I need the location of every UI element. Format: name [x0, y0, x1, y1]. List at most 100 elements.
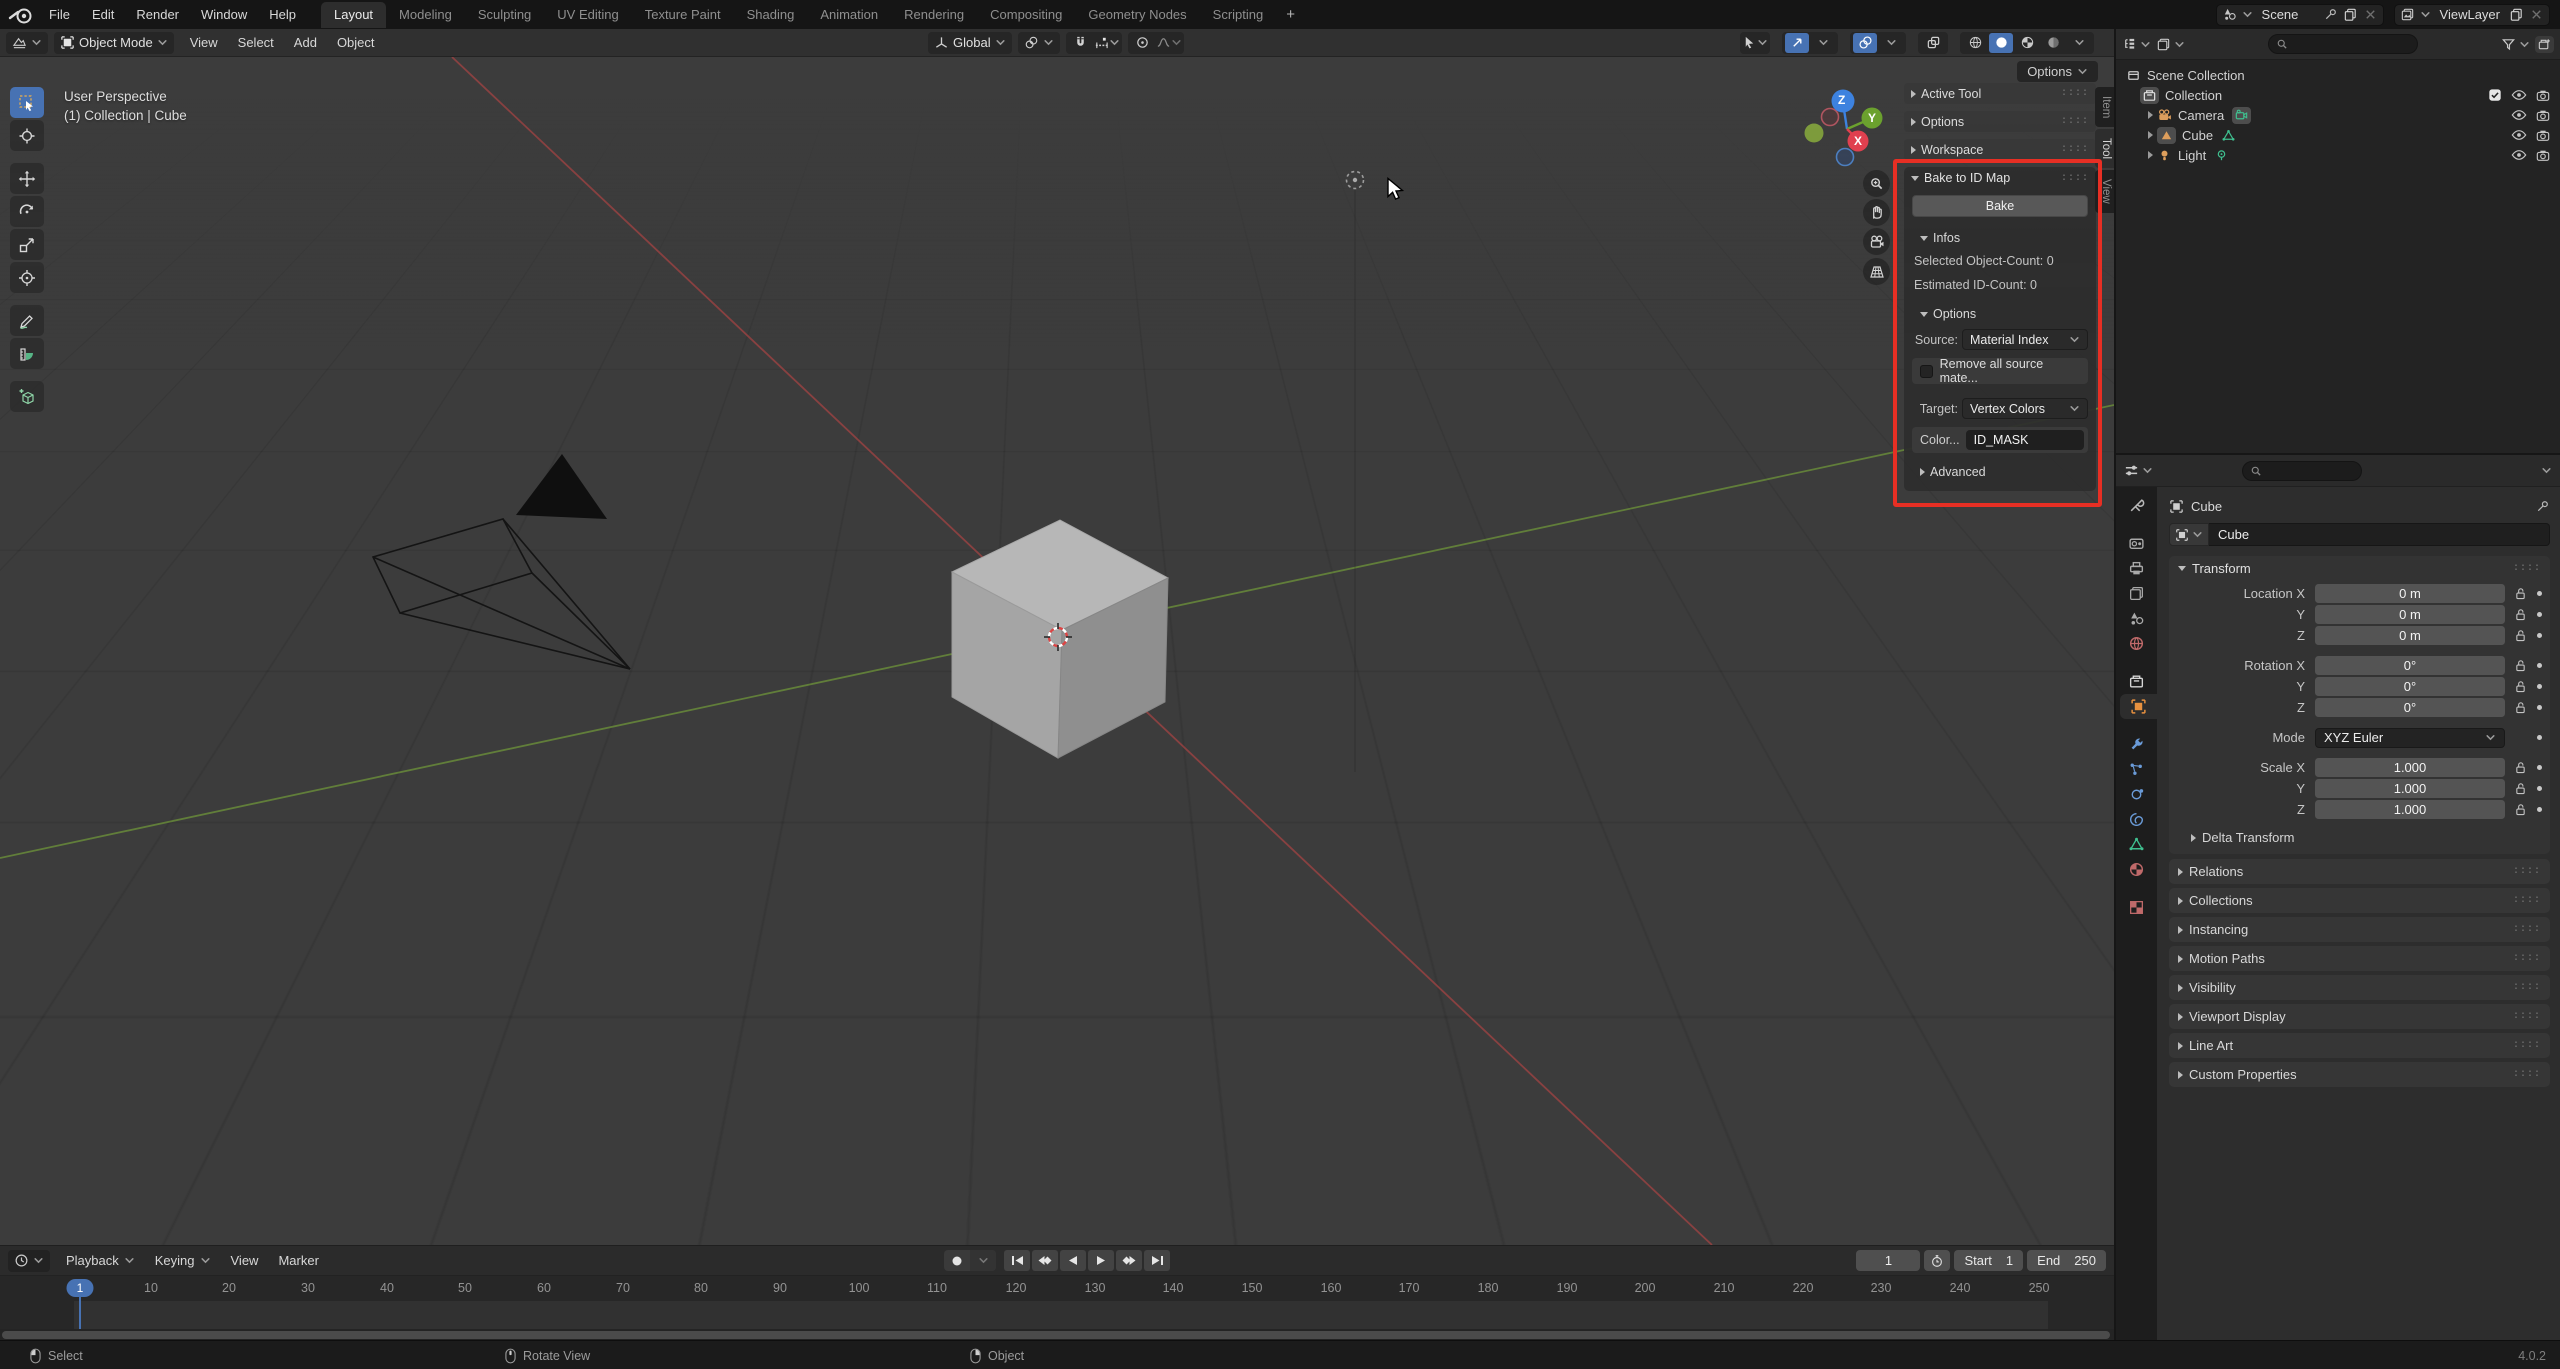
source-select[interactable]: Material Index	[1962, 329, 2088, 350]
drag-handle-icon[interactable]	[2061, 88, 2089, 99]
tab-particles[interactable]	[2116, 757, 2157, 782]
properties-search[interactable]	[2242, 460, 2363, 481]
zoom-button[interactable]	[1863, 170, 1890, 197]
light-object[interactable]	[1345, 170, 1365, 190]
properties-options-chevron[interactable]	[2541, 465, 2552, 476]
sidebar-tab-tool[interactable]: Tool	[2095, 129, 2114, 169]
scene-name[interactable]: Scene	[2258, 7, 2318, 22]
outliner-display-mode[interactable]	[2156, 37, 2185, 52]
object-name-input[interactable]: Cube	[2209, 523, 2550, 546]
drag-handle-icon[interactable]	[2513, 895, 2541, 906]
current-frame-indicator[interactable]: 1	[66, 1279, 94, 1297]
menu-select[interactable]: Select	[228, 31, 284, 54]
menu-playback[interactable]: Playback	[56, 1249, 145, 1272]
viewport-canvas[interactable]: Z Y X User Perspective (1) Collection | …	[0, 57, 2114, 1245]
drag-handle-icon[interactable]	[2513, 1011, 2541, 1022]
workspace-tab-uv-editing[interactable]: UV Editing	[544, 2, 631, 28]
disable-render-icon[interactable]	[2536, 109, 2550, 122]
rotation-y-field[interactable]: 0°	[2315, 677, 2505, 696]
cube-object[interactable]	[950, 519, 1170, 759]
pin-icon[interactable]	[2323, 7, 2338, 22]
current-frame-field[interactable]: 1	[1856, 1250, 1921, 1271]
workspace-tab-sculpting[interactable]: Sculpting	[465, 2, 544, 28]
selectability-dropdown[interactable]	[1743, 33, 1767, 53]
workspace-tab-shading[interactable]: Shading	[734, 2, 808, 28]
tab-view-layer[interactable]	[2116, 581, 2157, 606]
workspace-tab-compositing[interactable]: Compositing	[977, 2, 1075, 28]
animate-dot[interactable]	[2537, 705, 2542, 710]
outliner-filter[interactable]	[2501, 37, 2530, 52]
location-z-field[interactable]: 0 m	[2315, 626, 2505, 645]
panel-viewport-display[interactable]: Viewport Display	[2169, 1004, 2550, 1029]
camera-view-button[interactable]	[1863, 228, 1890, 255]
transform-orientation-selector[interactable]: Global	[928, 31, 1012, 54]
workspace-tab-rendering[interactable]: Rendering	[891, 2, 977, 28]
rotation-x-field[interactable]: 0°	[2315, 656, 2505, 675]
use-preview-range-toggle[interactable]	[1924, 1250, 1951, 1271]
new-viewlayer-icon[interactable]	[2509, 7, 2524, 22]
lock-icon[interactable]	[2512, 587, 2528, 600]
drag-handle-icon[interactable]	[2061, 144, 2089, 155]
start-frame-field[interactable]: Start 1	[1954, 1250, 2024, 1271]
jump-to-start-button[interactable]	[1004, 1250, 1030, 1271]
panel-relations[interactable]: Relations	[2169, 859, 2550, 884]
timeline-editor-selector[interactable]	[8, 1249, 50, 1272]
delta-transform-subpanel[interactable]: Delta Transform	[2169, 823, 2550, 854]
outliner-editor-selector[interactable]	[2122, 37, 2151, 52]
xray-toggle[interactable]	[1921, 33, 1945, 53]
lock-icon[interactable]	[2512, 761, 2528, 774]
rotation-z-field[interactable]: 0°	[2315, 698, 2505, 717]
animate-dot[interactable]	[2537, 591, 2542, 596]
shading-rendered-button[interactable]	[2041, 33, 2065, 53]
blender-logo-icon[interactable]	[8, 5, 34, 25]
shading-material-button[interactable]	[2015, 33, 2039, 53]
tool-move[interactable]	[10, 163, 44, 194]
drag-handle-icon[interactable]	[2061, 116, 2089, 127]
expand-arrow-icon[interactable]	[2148, 111, 2153, 119]
tool-annotate[interactable]	[10, 305, 44, 336]
panel-motion-paths[interactable]: Motion Paths	[2169, 946, 2550, 971]
snap-settings[interactable]	[1095, 33, 1119, 53]
timeline-track[interactable]	[0, 1301, 2114, 1329]
show-gizmo-toggle[interactable]	[1785, 32, 1809, 53]
tab-physics[interactable]	[2116, 782, 2157, 807]
workspace-tab-scripting[interactable]: Scripting	[1200, 2, 1277, 28]
menu-marker[interactable]: Marker	[268, 1249, 328, 1272]
tab-object[interactable]	[2120, 694, 2157, 719]
bake-button[interactable]: Bake	[1912, 195, 2088, 217]
panel-options[interactable]: Options	[1904, 111, 2096, 132]
location-y-field[interactable]: 0 m	[2315, 605, 2505, 624]
drag-handle-icon[interactable]	[2513, 982, 2541, 993]
scrollbar-thumb[interactable]	[2, 1331, 2110, 1339]
location-x-field[interactable]: 0 m	[2315, 584, 2505, 603]
auto-keying-settings[interactable]	[970, 1250, 996, 1271]
tab-constraints[interactable]	[2116, 807, 2157, 832]
tab-texture[interactable]	[2116, 895, 2157, 920]
color-attribute-input[interactable]: ID_MASK	[1965, 430, 2084, 450]
tab-modifiers[interactable]	[2116, 732, 2157, 757]
menu-help[interactable]: Help	[258, 3, 307, 26]
pan-button[interactable]	[1863, 199, 1890, 226]
tool-scale[interactable]	[10, 229, 44, 260]
animate-dot[interactable]	[2537, 807, 2542, 812]
sidebar-tab-item[interactable]: Item	[2095, 87, 2114, 128]
gizmo-settings[interactable]	[1811, 33, 1835, 53]
outliner-row-cube[interactable]: Cube	[2116, 125, 2560, 145]
next-keyframe-button[interactable]	[1116, 1250, 1142, 1271]
options-subpanel-header[interactable]: Options	[1904, 303, 2096, 325]
proportional-editing-toggle[interactable]	[1131, 33, 1155, 53]
prev-keyframe-button[interactable]	[1032, 1250, 1058, 1271]
mode-selector[interactable]: Object Mode	[54, 31, 174, 54]
scene-selector[interactable]: Scene	[2215, 3, 2384, 26]
gizmo-x-label[interactable]: X	[1854, 134, 1862, 148]
sidebar-tab-view[interactable]: View	[2095, 170, 2114, 214]
tool-select-box[interactable]	[10, 87, 44, 118]
animate-dot[interactable]	[2537, 633, 2542, 638]
lock-icon[interactable]	[2512, 608, 2528, 621]
menu-file[interactable]: File	[38, 3, 81, 26]
timeline-ruler[interactable]: 1 10 20 30 40 50 60 70 80 90 100 110 120…	[0, 1276, 2114, 1301]
editor-type-selector[interactable]	[6, 31, 48, 54]
drag-handle-icon[interactable]	[2513, 866, 2541, 877]
tab-output[interactable]	[2116, 556, 2157, 581]
properties-editor-selector[interactable]	[2124, 463, 2153, 478]
